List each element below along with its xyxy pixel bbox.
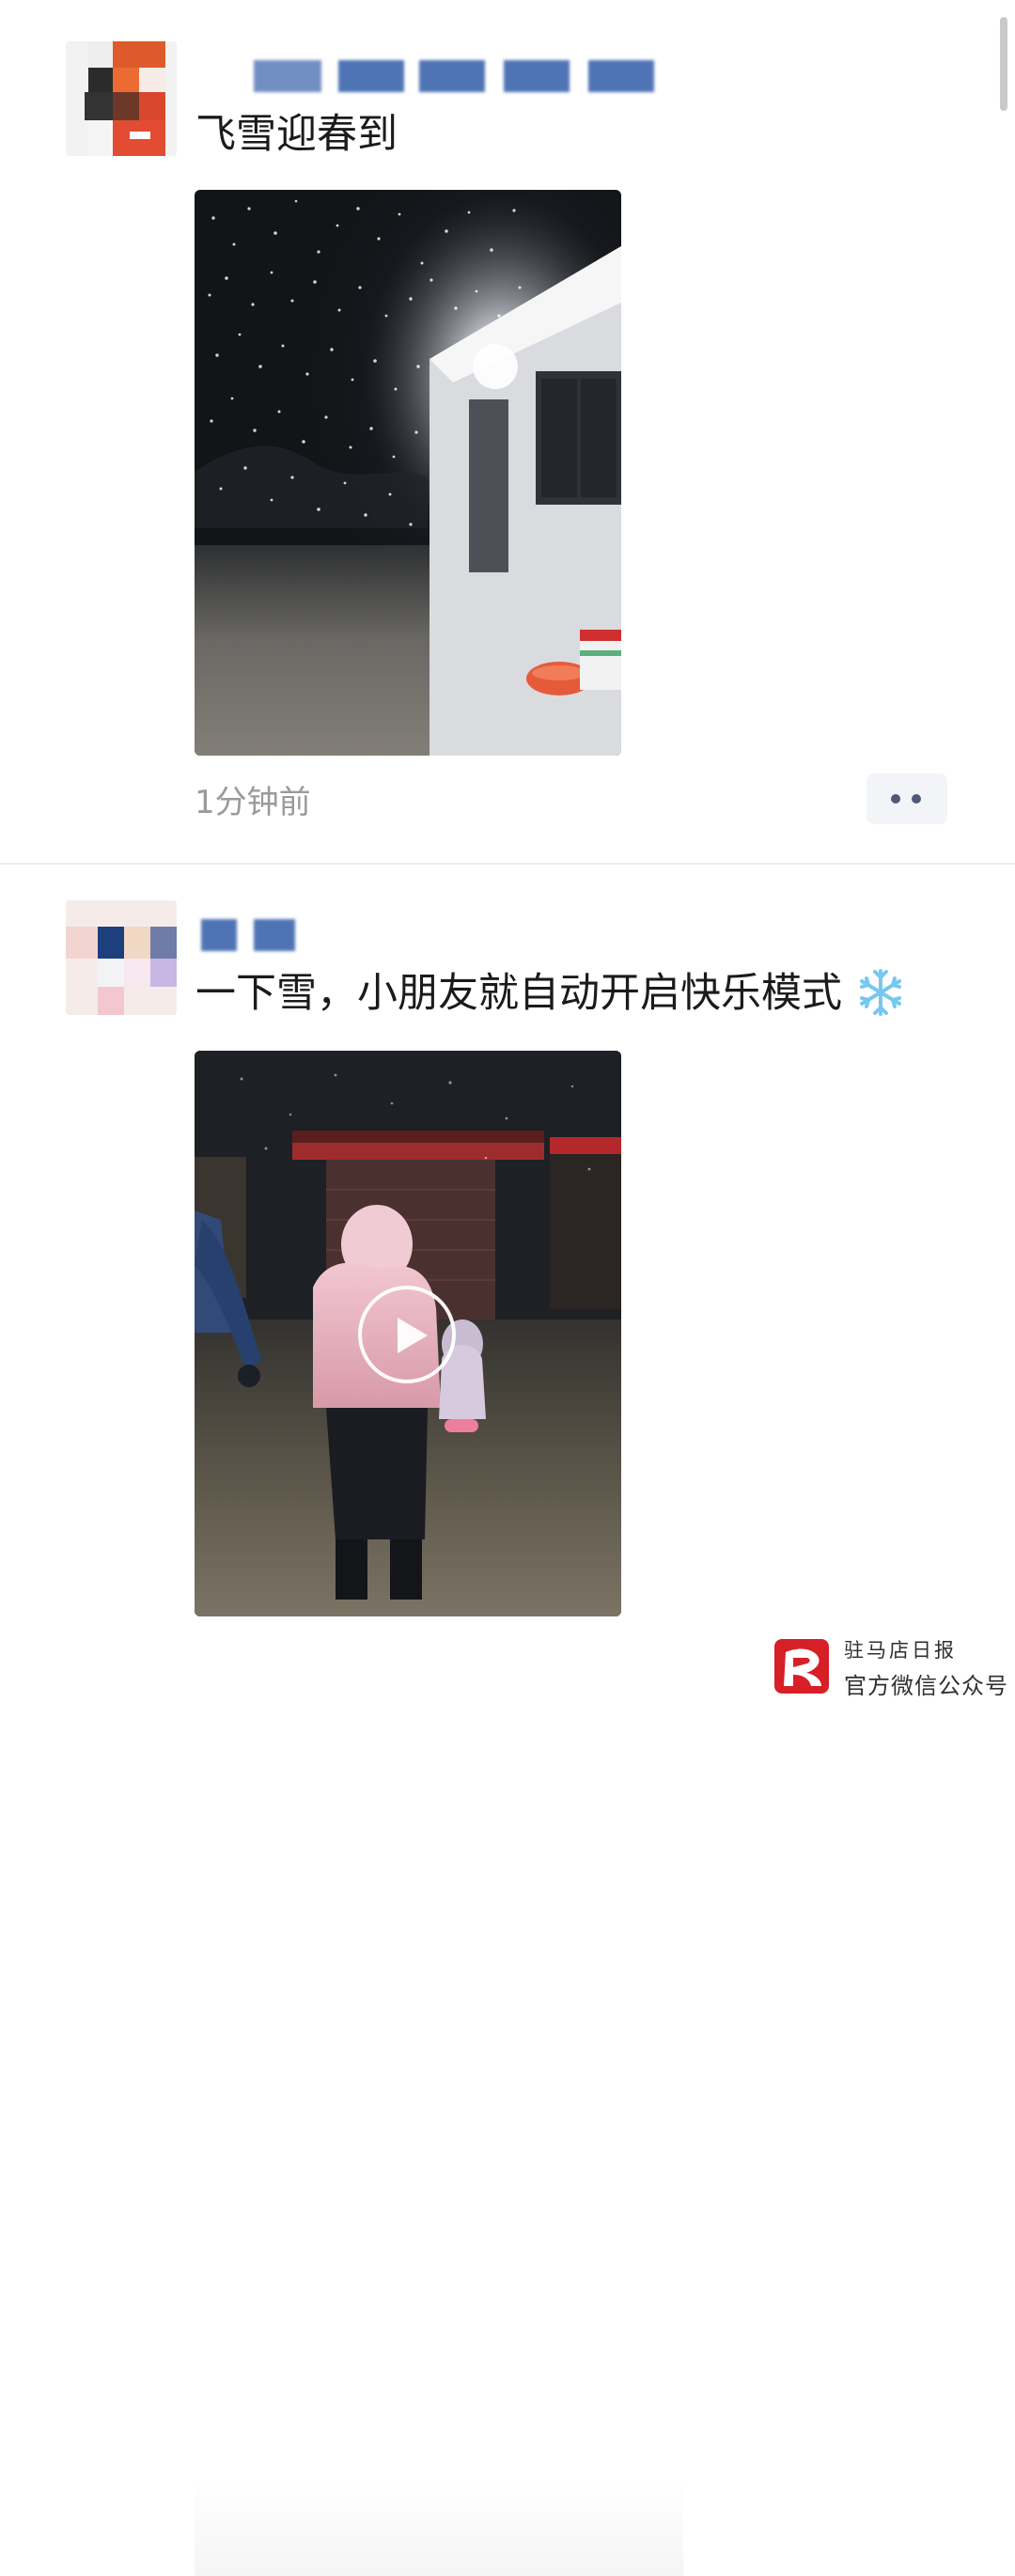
avatar[interactable] bbox=[66, 41, 177, 156]
avatar[interactable] bbox=[66, 900, 177, 1015]
post-text: 一下雪，小朋友就自动开启快乐模式 bbox=[195, 967, 906, 1019]
snowflake-icon bbox=[855, 967, 906, 1018]
comments-area-blurred bbox=[195, 2477, 683, 2576]
ellipsis-icon bbox=[912, 794, 921, 804]
ellipsis-icon bbox=[891, 794, 900, 804]
post-video-thumbnail[interactable] bbox=[195, 1051, 621, 1616]
watermark-caption: 官方微信公众号 bbox=[844, 1673, 1008, 1699]
feed-post: 一下雪，小朋友就自动开启快乐模式 bbox=[0, 863, 1015, 2576]
username-blurred[interactable] bbox=[254, 56, 667, 94]
play-icon[interactable] bbox=[358, 1286, 456, 1383]
post-photo-snowy-yard[interactable] bbox=[195, 190, 621, 756]
username-blurred[interactable] bbox=[201, 917, 314, 955]
watermark: 驻马店日报 官方微信公众号 bbox=[774, 1635, 1009, 1710]
watermark-brand: 驻马店日报 bbox=[844, 1639, 957, 1662]
feed-post: 飞雪迎春到 1分钟前 bbox=[0, 0, 1015, 863]
post-timestamp: 1分钟前 bbox=[195, 784, 311, 821]
moments-feed: 飞雪迎春到 1分钟前 一下雪，小朋友就自动开启快乐模式 驻马店日报 官方微信公众… bbox=[0, 0, 1015, 2576]
newspaper-logo-icon bbox=[774, 1639, 829, 1694]
post-text-content: 一下雪，小朋友就自动开启快乐模式 bbox=[195, 970, 842, 1017]
post-more-button[interactable] bbox=[867, 773, 947, 824]
post-text: 飞雪迎春到 bbox=[195, 111, 398, 158]
